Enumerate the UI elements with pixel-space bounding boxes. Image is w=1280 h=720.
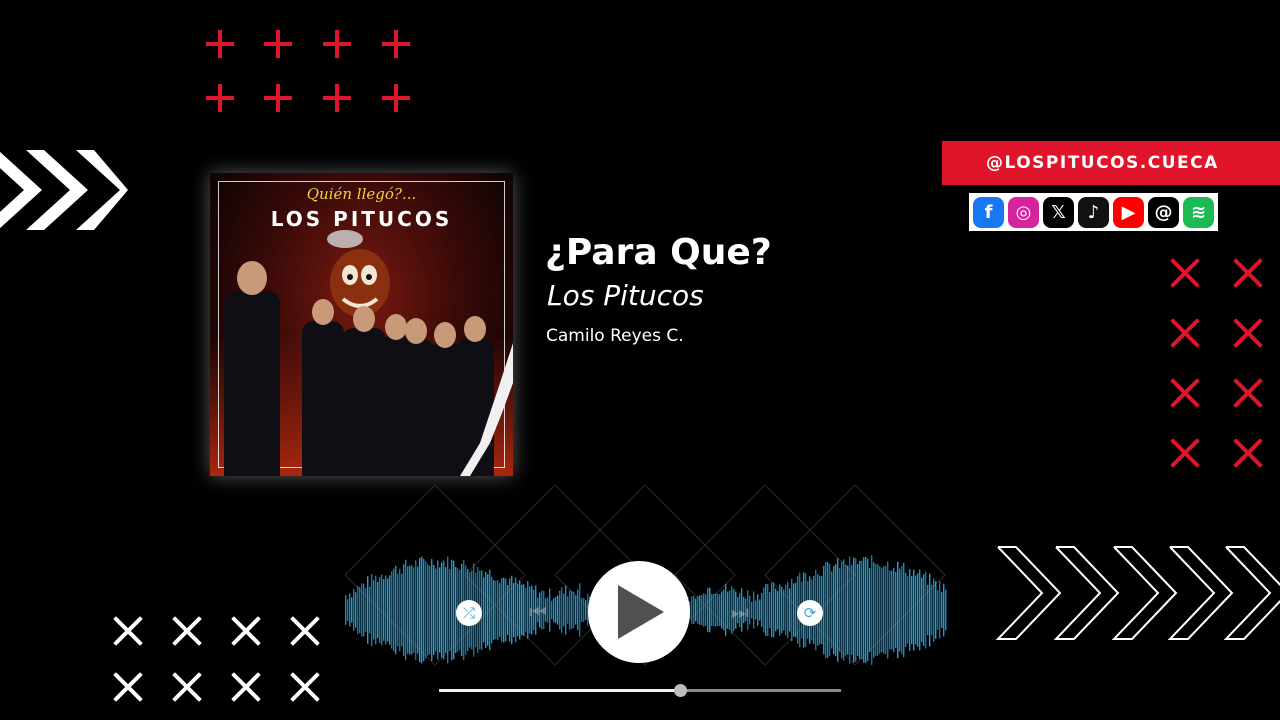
skip-previous-icon: ⏮ [529, 601, 547, 624]
repeat-icon: ⟳ [803, 605, 817, 622]
x-icon [231, 616, 261, 646]
plus-icon [323, 84, 351, 112]
spotify-icon[interactable]: ≋ [1183, 196, 1214, 228]
instagram-icon[interactable]: ◎ [1008, 196, 1039, 228]
shuffle-button[interactable]: ⤮ [456, 600, 482, 626]
x-icon [113, 672, 143, 702]
plus-icon [323, 30, 351, 58]
chevron-decoration-right [996, 546, 1280, 640]
song-credit: Camilo Reyes C. [546, 326, 684, 346]
progress-fill [439, 689, 681, 692]
youtube-icon[interactable]: ▶ [1113, 196, 1144, 228]
band-member [224, 261, 280, 476]
previous-button[interactable]: ⏮ [524, 599, 552, 627]
chevron-decoration-left [0, 150, 128, 230]
progress-handle[interactable] [674, 684, 688, 697]
x-icon [290, 672, 320, 702]
x-icon [1233, 378, 1263, 408]
plus-icon [382, 30, 410, 58]
tiktok-icon[interactable]: ♪ [1078, 196, 1109, 228]
torn-paper-decoration [460, 343, 513, 476]
x-icon [231, 672, 261, 702]
song-title: ¿Para Que? [545, 232, 772, 273]
x-icon [113, 616, 143, 646]
facebook-icon[interactable]: f [973, 196, 1004, 228]
x-icon [172, 672, 202, 702]
plus-icon [206, 84, 234, 112]
play-icon [618, 585, 664, 639]
progress-bar[interactable] [439, 684, 841, 697]
shuffle-icon: ⤮ [462, 604, 475, 622]
x-icon [1170, 438, 1200, 468]
x-icon [172, 616, 202, 646]
plus-icon [264, 84, 292, 112]
play-button[interactable] [588, 561, 690, 663]
x-icon[interactable]: 𝕏 [1043, 196, 1074, 228]
x-icon [1170, 258, 1200, 288]
plus-icon [382, 84, 410, 112]
x-icon [1233, 258, 1263, 288]
band-member [302, 299, 344, 476]
social-handle: @LOSPITUCOS.CUECA [986, 153, 1219, 173]
x-icon [1170, 318, 1200, 348]
album-subtitle: Quién llegó?... [306, 185, 417, 203]
x-icon [1233, 318, 1263, 348]
threads-icon[interactable]: @ [1148, 196, 1179, 228]
skip-next-icon: ⏭ [731, 601, 749, 624]
x-icon [290, 616, 320, 646]
x-icon [1233, 438, 1263, 468]
x-icon [1170, 378, 1200, 408]
album-cover: Quién llegó?... LOS PITUCOS [210, 173, 513, 476]
song-artist: Los Pitucos [547, 279, 704, 312]
social-icons: f ◎ 𝕏 ♪ ▶ @ ≋ [969, 193, 1218, 231]
next-button[interactable]: ⏭ [726, 599, 754, 627]
plus-icon [264, 30, 292, 58]
repeat-button[interactable]: ⟳ [797, 600, 823, 626]
social-handle-banner: @LOSPITUCOS.CUECA [942, 141, 1280, 185]
plus-icon [206, 30, 234, 58]
